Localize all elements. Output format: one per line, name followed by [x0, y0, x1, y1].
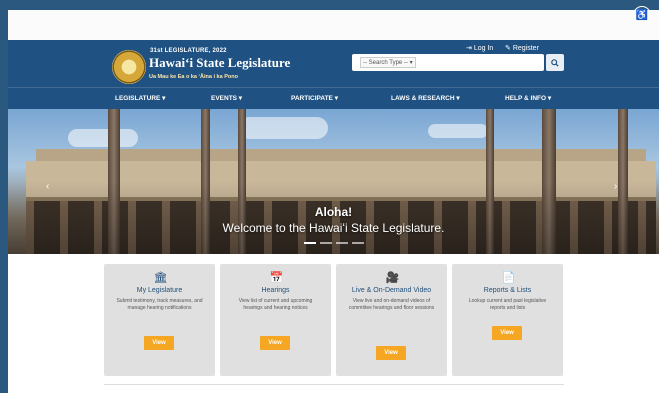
- card-title: Live & On-Demand Video: [351, 287, 432, 294]
- card-video: 🎥 Live & On-Demand Video View live and o…: [336, 264, 447, 376]
- site-header: 31st LEGISLATURE, 2022 Hawaiʻi State Leg…: [8, 40, 659, 87]
- nav-laws-research[interactable]: LAWS & RESEARCH ▾: [391, 94, 460, 102]
- login-label: Log In: [473, 45, 494, 52]
- section-divider: [104, 384, 564, 385]
- login-icon: ⇥: [466, 45, 472, 52]
- search-type-select[interactable]: -- Search Type -- ▾: [360, 57, 416, 68]
- state-seal-logo[interactable]: [112, 50, 146, 84]
- card-title: Hearings: [261, 287, 290, 294]
- legislature-session-label: 31st LEGISLATURE, 2022: [150, 48, 227, 54]
- nav-help-info[interactable]: HELP & INFO ▾: [505, 94, 551, 102]
- browser-background: 31st LEGISLATURE, 2022 Hawaiʻi State Leg…: [0, 0, 659, 393]
- card-description: View live and on-demand videos of commit…: [348, 298, 435, 311]
- carousel-dot[interactable]: [352, 242, 364, 244]
- search-button[interactable]: [546, 54, 564, 71]
- carousel-next-icon[interactable]: ›: [614, 181, 617, 192]
- card-title: Reports & Lists: [483, 287, 532, 294]
- card-hearings: 📅 Hearings View list of current and upco…: [220, 264, 331, 376]
- register-link[interactable]: ✎ Register: [505, 44, 539, 52]
- main-nav: LEGISLATURE ▾ EVENTS ▾ PARTICIPATE ▾ LAW…: [8, 87, 659, 109]
- view-button[interactable]: View: [260, 336, 290, 350]
- login-link[interactable]: ⇥ Log In: [466, 44, 493, 52]
- search-bar: -- Search Type -- ▾: [352, 54, 544, 71]
- accessibility-icon[interactable]: ♿: [633, 6, 651, 24]
- calendar-icon: 📅: [269, 272, 284, 284]
- card-description: Submit testimony, track measures, and ma…: [116, 298, 203, 311]
- hero-banner: ‹ › Aloha! Welcome to the Hawaiʻi State …: [8, 109, 659, 254]
- card-title: My Legislature: [136, 287, 183, 294]
- card-description: View list of current and upcoming hearin…: [238, 298, 313, 311]
- carousel-dot[interactable]: [336, 242, 348, 244]
- quick-links: 🏛 My Legislature Submit testimony, track…: [104, 264, 564, 376]
- hero-title: Aloha!: [314, 205, 353, 219]
- document-icon: 📄: [501, 272, 516, 284]
- site-title[interactable]: Hawaiʻi State Legislature: [149, 55, 290, 71]
- building-icon: 🏛: [153, 272, 168, 284]
- register-label: Register: [512, 45, 539, 52]
- card-my-legislature: 🏛 My Legislature Submit testimony, track…: [104, 264, 215, 376]
- search-icon: [551, 58, 559, 67]
- nav-legislature[interactable]: LEGISLATURE ▾: [115, 94, 165, 102]
- carousel-dot[interactable]: [304, 242, 316, 244]
- hero-subtitle: Welcome to the Hawaiʻi State Legislature…: [222, 221, 445, 235]
- search-input[interactable]: [422, 56, 540, 69]
- carousel-dot[interactable]: [320, 242, 332, 244]
- carousel-prev-icon[interactable]: ‹: [46, 181, 49, 192]
- site-motto: Ua Mau ke Ea o ka ʻĀina i ka Pono: [149, 74, 238, 80]
- video-icon: 🎥: [385, 272, 400, 284]
- page: 31st LEGISLATURE, 2022 Hawaiʻi State Leg…: [8, 40, 659, 393]
- carousel-indicators: [304, 242, 364, 245]
- card-description: Lookup current and past legislative repo…: [468, 298, 547, 311]
- view-button[interactable]: View: [376, 346, 406, 360]
- view-button[interactable]: View: [492, 326, 522, 340]
- register-icon: ✎: [505, 45, 511, 52]
- nav-events[interactable]: EVENTS ▾: [211, 94, 242, 102]
- top-white-strip: [8, 10, 659, 40]
- view-button[interactable]: View: [144, 336, 174, 350]
- nav-participate[interactable]: PARTICIPATE ▾: [291, 94, 338, 102]
- card-reports-lists: 📄 Reports & Lists Lookup current and pas…: [452, 264, 563, 376]
